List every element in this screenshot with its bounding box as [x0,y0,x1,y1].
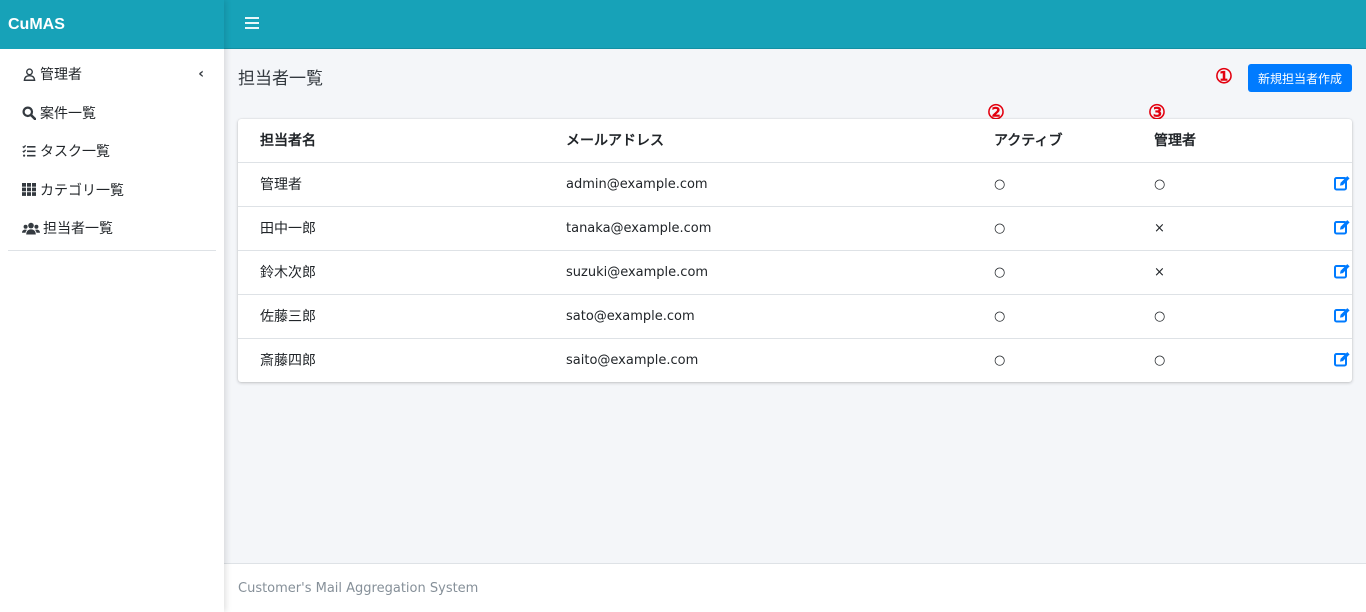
cell-active: ○ [994,294,1154,339]
header-admin: 管理者 [1154,119,1309,163]
brand-logo[interactable]: CuMAS [0,0,224,49]
cell-active: ○ [994,250,1154,295]
hamburger-menu-icon[interactable] [245,17,259,31]
cell-staff-name: 鈴木次郎 [238,250,566,295]
cell-email: saito@example.com [566,352,699,368]
sidebar-divider [8,249,216,251]
table-row: 佐藤三郎 sato@example.com ○ ○ [238,294,1352,339]
annotation-1: ① [1215,64,1233,88]
edit-icon[interactable] [1334,175,1352,193]
sidebar-item-label: 管理者 [40,67,82,84]
cell-active: ○ [994,162,1154,207]
cell-staff-name: 斎藤四郎 [260,353,316,370]
sidebar-item-categories[interactable]: カテゴリ一覧 [8,171,216,210]
staff-table-card: 担当者名 メールアドレス アクティブ 管理者 管理者 admin@example… [238,119,1352,382]
edit-icon[interactable] [1334,307,1352,325]
cell-email: sato@example.com [566,294,994,339]
sidebar-item-admin[interactable]: 管理者 ‹ [8,55,216,94]
sidebar-item-staff[interactable]: 担当者一覧 [8,209,216,248]
cell-staff-name: 田中一郎 [238,206,566,251]
sidebar-item-tasks[interactable]: タスク一覧 [8,132,216,171]
sidebar-item-cases[interactable]: 案件一覧 [8,94,216,133]
cell-admin: ○ [1154,294,1309,339]
top-navbar [224,0,1366,49]
cell-active: ○ [994,352,1006,368]
footer: Customer's Mail Aggregation System [224,563,1366,612]
cell-email: suzuki@example.com [566,250,994,295]
users-icon [21,220,40,236]
cell-email: tanaka@example.com [566,206,994,251]
staff-table: 担当者名 メールアドレス アクティブ 管理者 管理者 admin@example… [238,119,1352,382]
sidebar: CuMAS 管理者 ‹ 案件一覧 タスク一覧 カテゴリ一覧 担当者一覧 [0,0,224,612]
sidebar-item-label: 担当者一覧 [43,221,113,238]
cell-admin: ○ [1154,352,1166,368]
edit-icon[interactable] [1334,263,1352,281]
header-actions [1309,119,1352,163]
table-row: 田中一郎 tanaka@example.com ○ × [238,206,1352,251]
sidebar-item-label: タスク一覧 [40,144,110,161]
header-staff-name: 担当者名 [238,119,566,163]
table-row: 鈴木次郎 suzuki@example.com ○ × [238,250,1352,295]
table-row: 管理者 admin@example.com ○ ○ [238,162,1352,207]
cell-email: admin@example.com [566,162,994,207]
table-row: 斎藤四郎 saito@example.com ○ ○ [238,338,1352,382]
grid-icon [21,182,37,198]
tasks-icon [21,143,37,159]
sidebar-item-label: カテゴリ一覧 [40,182,124,199]
create-staff-button[interactable]: 新規担当者作成 [1248,64,1352,92]
cell-active: ○ [994,206,1154,251]
cell-staff-name: 佐藤三郎 [238,294,566,339]
edit-icon[interactable] [1334,219,1352,237]
user-icon [21,66,37,82]
cell-staff-name: 管理者 [238,162,566,207]
header-active: アクティブ [994,119,1154,163]
page-title: 担当者一覧 [238,69,323,89]
sidebar-nav: 管理者 ‹ 案件一覧 タスク一覧 カテゴリ一覧 担当者一覧 [0,49,224,251]
edit-icon[interactable] [1334,351,1352,369]
chevron-left-icon[interactable]: ‹ [198,66,204,82]
table-header-row: 担当者名 メールアドレス アクティブ 管理者 [238,119,1352,163]
cell-admin: × [1154,250,1309,295]
cell-admin: × [1154,206,1309,251]
header-email: メールアドレス [566,119,994,163]
sidebar-item-label: 案件一覧 [40,105,96,122]
search-icon [21,105,37,121]
main-content: 担当者一覧 ① 新規担当者作成 ② ③ ④ 担当者名 メールアドレス アクティブ… [224,49,1366,563]
cell-admin: ○ [1154,162,1309,207]
